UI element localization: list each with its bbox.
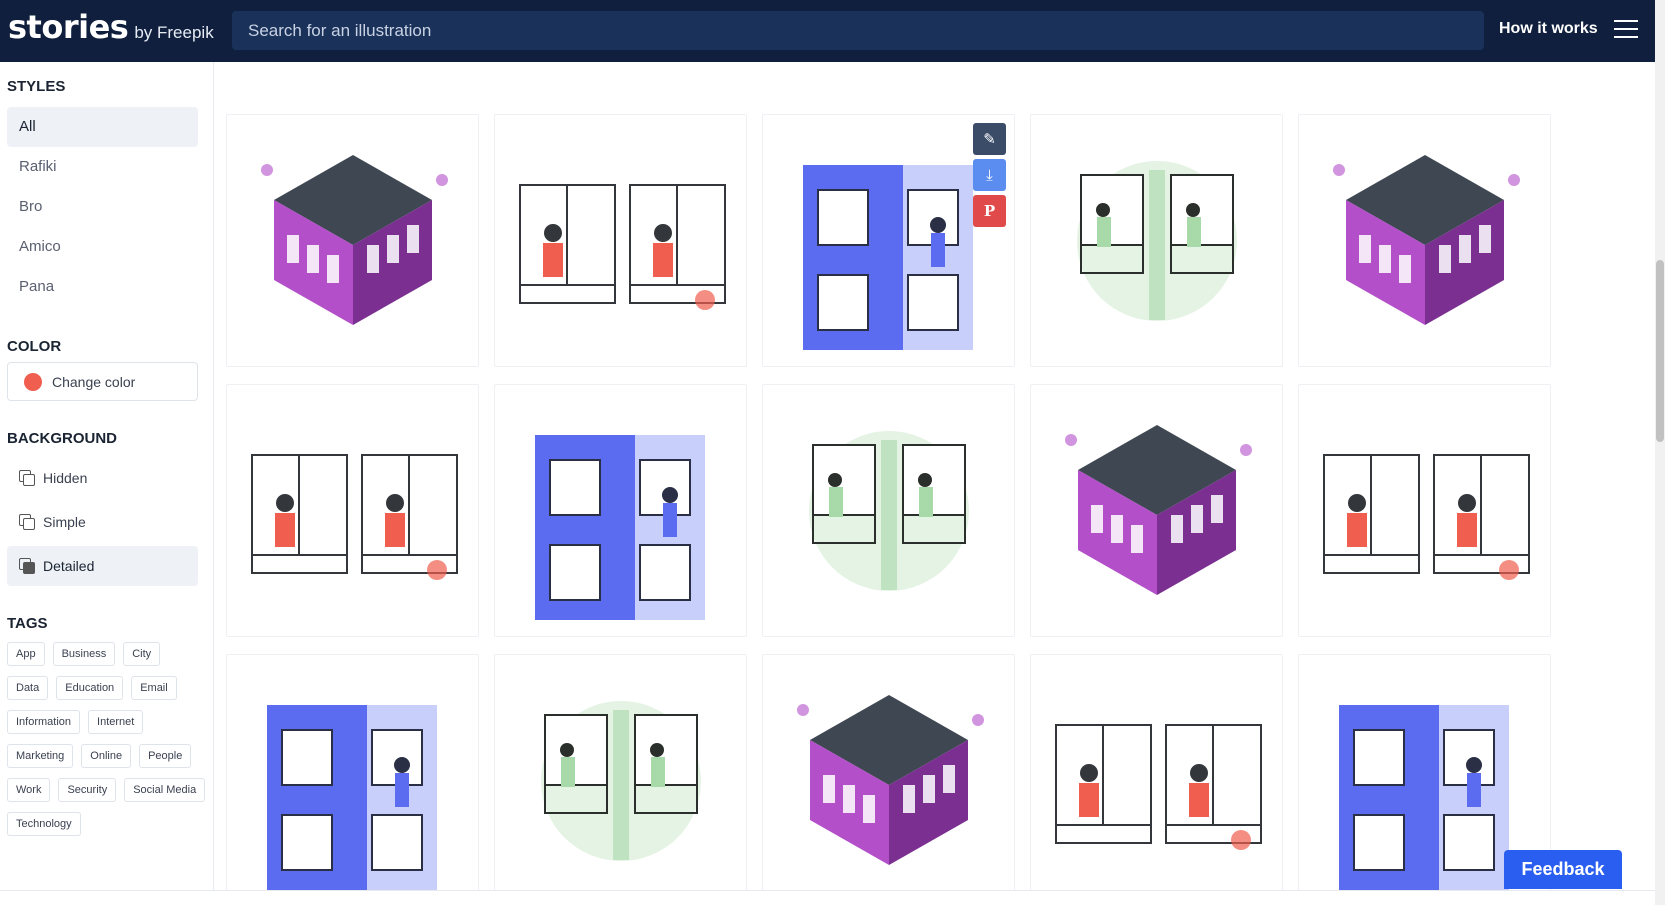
illustration-delivery-man (1055, 724, 1262, 850)
background-detailed-label: Detailed (43, 558, 95, 574)
illustration-green-balconies (1077, 161, 1237, 321)
hamburger-menu-icon[interactable] (1614, 20, 1638, 40)
tag-business[interactable]: Business (52, 642, 116, 666)
logo-text: stories (8, 8, 129, 46)
background-hidden[interactable]: Hidden (7, 458, 198, 498)
illustration-blue-windows (535, 435, 705, 620)
tag-education[interactable]: Education (56, 676, 124, 700)
illustration-purple-iso-tree (1065, 425, 1252, 595)
illustration-tablet-store (797, 695, 984, 865)
color-heading: COLOR (7, 338, 62, 355)
illustration-phone-shopping (267, 705, 437, 890)
style-all[interactable]: All (7, 107, 198, 147)
illustration-card-blue-building[interactable]: ✎ ⤓ P (762, 114, 1015, 367)
tag-data[interactable]: Data (7, 676, 49, 700)
illustration-card-balcony-plants[interactable] (226, 384, 479, 637)
illustration-balcony-plants (251, 454, 458, 580)
change-color-label: Change color (52, 373, 136, 390)
style-bro[interactable]: Bro (7, 187, 198, 227)
styles-heading: STYLES (7, 78, 66, 95)
tag-app[interactable]: App (7, 642, 45, 666)
color-swatch-icon (24, 372, 42, 391)
illustration-card-blue-windows[interactable] (494, 384, 747, 637)
tag-email[interactable]: Email (131, 676, 177, 700)
logo-byline: by Freepik (134, 23, 214, 42)
illustration-balcony-guitar (519, 184, 726, 310)
illustration-card-delivery-man[interactable] (1030, 654, 1283, 890)
illustration-card-green-balconies[interactable] (1030, 114, 1283, 367)
style-pana[interactable]: Pana (7, 267, 198, 307)
magic-wand-icon[interactable]: ✎ (973, 123, 1006, 155)
page-scrollbar[interactable] (1655, 0, 1665, 905)
background-heading: BACKGROUND (7, 430, 117, 447)
tag-security[interactable]: Security (58, 778, 117, 802)
illustration-card-tablet-store[interactable] (762, 654, 1015, 890)
illustration-grid: ✎ ⤓ P (214, 62, 1655, 890)
background-detailed[interactable]: Detailed (7, 546, 198, 586)
illustration-card-balcony-guitar[interactable] (494, 114, 747, 367)
tag-online[interactable]: Online (81, 744, 132, 768)
layers-icon (19, 558, 35, 574)
illustration-card-green-arches[interactable] (762, 384, 1015, 637)
style-amico[interactable]: Amico (7, 227, 198, 267)
background-simple[interactable]: Simple (7, 502, 198, 542)
tag-people[interactable]: People (139, 744, 192, 768)
tag-work[interactable]: Work (7, 778, 51, 802)
tags-heading: TAGS (7, 615, 48, 632)
scrollbar-thumb[interactable] (1656, 260, 1664, 442)
illustration-card-purple-iso-house[interactable] (226, 114, 479, 367)
filters-sidebar: STYLES All Rafiki Bro Amico Pana COLOR C… (0, 62, 214, 890)
illustration-card-purple-iso-house-2[interactable] (1298, 114, 1551, 367)
tag-technology[interactable]: Technology (7, 812, 81, 836)
illustration-card-window-trio[interactable] (1298, 384, 1551, 637)
search-input[interactable] (248, 20, 1484, 41)
download-icon[interactable]: ⤓ (973, 159, 1006, 191)
tag-city[interactable]: City (123, 642, 161, 666)
feedback-button[interactable]: Feedback (1504, 850, 1622, 889)
how-it-works-link[interactable]: How it works (1499, 20, 1598, 38)
layers-icon (19, 470, 35, 486)
tag-social-media[interactable]: Social Media (124, 778, 206, 802)
change-color-button[interactable]: Change color (7, 362, 198, 401)
illustration-green-arches (809, 431, 969, 591)
layers-icon (19, 514, 35, 530)
tag-marketing[interactable]: Marketing (7, 744, 74, 768)
style-rafiki[interactable]: Rafiki (7, 147, 198, 187)
pinterest-icon[interactable]: P (973, 195, 1006, 227)
tags-list: App Business City Data Education Email I… (7, 642, 207, 836)
illustration-purple-iso-house (261, 155, 448, 325)
illustration-phone-grocery (541, 701, 701, 861)
illustration-purple-iso-house-2 (1333, 155, 1520, 325)
top-header: stories by Freepik How it works (0, 0, 1655, 62)
tag-internet[interactable]: Internet (88, 710, 144, 734)
search-bar (232, 11, 1484, 50)
illustration-window-trio (1323, 454, 1530, 580)
illustration-card-purple-iso-tree[interactable] (1030, 384, 1283, 637)
background-simple-label: Simple (43, 514, 86, 530)
illustration-card-phone-shopping[interactable] (226, 654, 479, 890)
illustration-card-phone-grocery[interactable] (494, 654, 747, 890)
card-actions: ✎ ⤓ P (973, 123, 1006, 227)
bottom-bar (0, 890, 1655, 905)
background-hidden-label: Hidden (43, 470, 88, 486)
stories-logo[interactable]: stories by Freepik (8, 8, 214, 46)
tag-information[interactable]: Information (7, 710, 81, 734)
